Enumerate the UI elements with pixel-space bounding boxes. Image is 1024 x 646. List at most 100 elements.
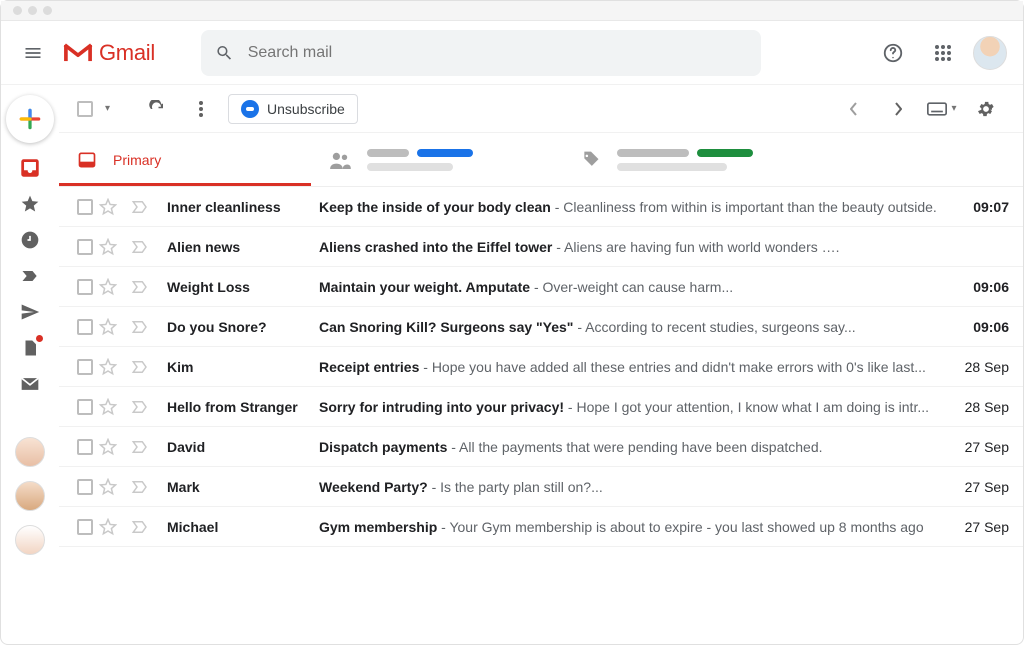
tab-social[interactable] (311, 133, 563, 186)
importance-icon[interactable] (131, 279, 157, 295)
row-checkbox[interactable] (77, 359, 93, 375)
email-preview: - According to recent studies, surgeons … (577, 319, 855, 335)
email-message: Weekend Party? - Is the party plan still… (319, 479, 943, 495)
star-icon[interactable] (99, 238, 125, 256)
email-time: 27 Sep (949, 479, 1009, 495)
header: Gmail (1, 21, 1023, 85)
importance-icon[interactable] (131, 319, 157, 335)
email-subject: Keep the inside of your body clean (319, 199, 551, 215)
email-time: 09:07 (949, 199, 1009, 215)
email-message: Aliens crashed into the Eiffel tower - A… (319, 239, 943, 255)
refresh-icon[interactable] (140, 92, 174, 126)
email-sender: Do you Snore? (163, 319, 313, 335)
email-message: Can Snoring Kill? Surgeons say "Yes" - A… (319, 319, 943, 335)
row-checkbox[interactable] (77, 279, 93, 295)
importance-icon[interactable] (131, 519, 157, 535)
email-subject: Maintain your weight. Amputate (319, 279, 530, 295)
email-subject: Sorry for intruding into your privacy! (319, 399, 564, 415)
email-preview: - All the payments that were pending hav… (451, 439, 822, 455)
email-preview: - Is the party plan still on?... (432, 479, 603, 495)
star-icon[interactable] (99, 198, 125, 216)
nav-drafts-icon[interactable] (19, 337, 41, 359)
email-preview: - Over-weight can cause harm... (534, 279, 733, 295)
email-row[interactable]: Inner cleanliness Keep the inside of your… (59, 187, 1023, 227)
row-checkbox[interactable] (77, 239, 93, 255)
row-checkbox[interactable] (77, 439, 93, 455)
select-all-checkbox[interactable] (77, 101, 93, 117)
star-icon[interactable] (99, 478, 125, 496)
input-tools-icon[interactable]: ▾ (925, 92, 959, 126)
email-row[interactable]: Mark Weekend Party? - Is the party plan s… (59, 467, 1023, 507)
more-icon[interactable] (184, 92, 218, 126)
email-time: 28 Sep (949, 359, 1009, 375)
browser-chrome (1, 1, 1023, 21)
star-icon[interactable] (99, 318, 125, 336)
chrome-dot (28, 6, 37, 15)
compose-button[interactable] (6, 95, 54, 143)
email-row[interactable]: KimReceipt entries - Hope you have added… (59, 347, 1023, 387)
email-subject: Gym membership (319, 519, 437, 535)
gmail-logo: Gmail (63, 40, 155, 66)
settings-icon[interactable] (969, 92, 1003, 126)
importance-icon[interactable] (131, 479, 157, 495)
email-subject: Dispatch payments (319, 439, 447, 455)
social-tab-icon (329, 151, 351, 169)
tab-primary[interactable]: Primary (59, 133, 311, 186)
search-input[interactable] (248, 44, 747, 62)
email-row[interactable]: Hello from StrangerSorry for intruding i… (59, 387, 1023, 427)
chat-avatar[interactable] (15, 525, 45, 555)
email-row[interactable]: MichaelGym membership - Your Gym members… (59, 507, 1023, 547)
email-preview: - Your Gym membership is about to expire… (441, 519, 923, 535)
row-checkbox[interactable] (77, 519, 93, 535)
apps-grid-icon[interactable] (923, 33, 963, 73)
star-icon[interactable] (99, 398, 125, 416)
nav-mail-icon[interactable] (19, 373, 41, 395)
tab-primary-label: Primary (113, 152, 161, 168)
email-time: 09:06 (949, 279, 1009, 295)
app-title: Gmail (99, 40, 155, 66)
user-avatar[interactable] (973, 36, 1007, 70)
nav-inbox-icon[interactable] (19, 157, 41, 179)
importance-icon[interactable] (131, 199, 157, 215)
importance-icon[interactable] (131, 239, 157, 255)
select-all-dropdown[interactable]: ▾ (105, 103, 110, 114)
nav-starred-icon[interactable] (19, 193, 41, 215)
menu-icon[interactable] (13, 33, 53, 73)
chrome-dot (13, 6, 22, 15)
help-icon[interactable] (873, 33, 913, 73)
tab-social-placeholder (367, 149, 473, 171)
nav-sent-icon[interactable] (19, 301, 41, 323)
star-icon[interactable] (99, 518, 125, 536)
row-checkbox[interactable] (77, 319, 93, 335)
row-checkbox[interactable] (77, 199, 93, 215)
chat-avatar[interactable] (15, 481, 45, 511)
drafts-badge (36, 335, 43, 342)
importance-icon[interactable] (131, 399, 157, 415)
unsubscribe-label: Unsubscribe (267, 101, 345, 117)
email-preview: - Cleanliness from within is important t… (555, 199, 937, 215)
importance-icon[interactable] (131, 359, 157, 375)
star-icon[interactable] (99, 358, 125, 376)
nav-snoozed-icon[interactable] (19, 229, 41, 251)
email-row[interactable]: Weight LossMaintain your weight. Amputat… (59, 267, 1023, 307)
newer-page-icon[interactable] (837, 92, 871, 126)
email-sender: Kim (163, 359, 313, 375)
email-row[interactable]: Alien newsAliens crashed into the Eiffel… (59, 227, 1023, 267)
importance-icon[interactable] (131, 439, 157, 455)
email-sender: Mark (163, 479, 313, 495)
sidebar (1, 85, 59, 646)
nav-important-icon[interactable] (19, 265, 41, 287)
star-icon[interactable] (99, 438, 125, 456)
older-page-icon[interactable] (881, 92, 915, 126)
row-checkbox[interactable] (77, 479, 93, 495)
email-row[interactable]: DavidDispatch payments - All the payment… (59, 427, 1023, 467)
chrome-dot (43, 6, 52, 15)
tab-promotions[interactable] (563, 133, 815, 186)
search-bar[interactable] (201, 30, 761, 76)
unsubscribe-button[interactable]: Unsubscribe (228, 94, 358, 124)
star-icon[interactable] (99, 278, 125, 296)
email-row[interactable]: Do you Snore? Can Snoring Kill? Surgeons … (59, 307, 1023, 347)
email-sender: Inner cleanliness (163, 199, 313, 215)
row-checkbox[interactable] (77, 399, 93, 415)
chat-avatar[interactable] (15, 437, 45, 467)
